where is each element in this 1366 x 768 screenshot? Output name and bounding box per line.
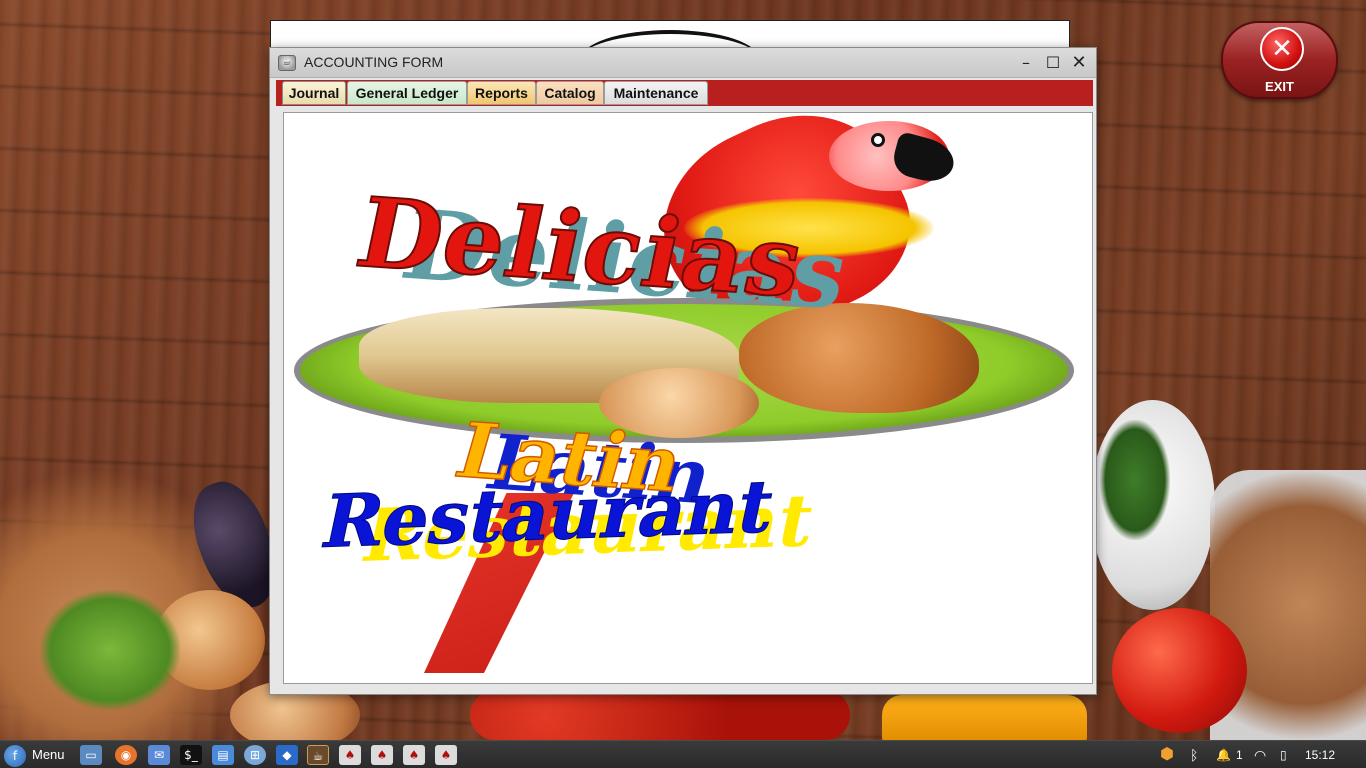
close-x-icon: ✕ <box>1260 27 1304 71</box>
firefox-icon[interactable]: ◉ <box>115 745 137 765</box>
app-grid-icon[interactable]: ⊞ <box>244 745 266 765</box>
window-titlebar[interactable]: ☕ ACCOUNTING FORM – ☐ ✕ <box>270 48 1096 78</box>
desktop-tomatoes-decoration <box>470 690 850 740</box>
desktop-pepper-decoration <box>882 695 1087 745</box>
window-icon-4[interactable]: ♠ <box>435 745 457 765</box>
update-notifier-icon[interactable]: ⬢ <box>1160 745 1180 765</box>
accounting-form-window: ☕ ACCOUNTING FORM – ☐ ✕ Journal General … <box>269 47 1097 695</box>
window-icon-3[interactable]: ♠ <box>403 745 425 765</box>
notifications-icon[interactable]: 🔔 <box>1216 745 1232 765</box>
desktop-leaf-decoration <box>40 590 180 710</box>
bluetooth-icon[interactable]: ᛒ <box>1190 745 1208 765</box>
main-menu-tab-bar: Journal General Ledger Reports Catalog M… <box>276 80 1093 106</box>
logo-restaurant: Restaurant <box>315 462 783 565</box>
exit-button-label: EXIT <box>1265 79 1294 94</box>
files-icon[interactable]: ▤ <box>212 745 234 765</box>
desktop-tomato-decoration <box>1112 608 1247 733</box>
parrot-eye-graphic <box>871 133 885 147</box>
close-button[interactable]: ✕ <box>1069 53 1089 73</box>
minimize-button[interactable]: – <box>1016 53 1036 73</box>
window-icon-2[interactable]: ♠ <box>371 745 393 765</box>
window-title: ACCOUNTING FORM <box>304 54 444 70</box>
java-app-icon[interactable]: ☕ <box>307 745 329 765</box>
menu-label: Menu <box>32 747 65 762</box>
tab-reports[interactable]: Reports <box>467 81 536 105</box>
wifi-icon[interactable]: ◠ <box>1254 745 1272 765</box>
restaurant-logo-panel: Delicias Delicias Latin Latin Restaurant… <box>283 112 1093 684</box>
exit-button[interactable]: ✕ EXIT <box>1221 21 1338 99</box>
terminal-icon[interactable]: $_ <box>180 745 202 765</box>
show-desktop-icon[interactable]: ▭ <box>80 745 102 765</box>
mail-icon[interactable]: ✉ <box>148 745 170 765</box>
taskbar: f Menu ▭ ◉ ✉ $_ ▤ ⊞ ◆ ☕ ♠ ♠ ♠ ♠ ⬢ ᛒ 🔔 1 … <box>0 740 1366 768</box>
window-icon-1[interactable]: ♠ <box>339 745 361 765</box>
vscode-icon[interactable]: ◆ <box>276 745 298 765</box>
tab-journal[interactable]: Journal <box>282 81 346 105</box>
tab-general-ledger[interactable]: General Ledger <box>347 81 467 105</box>
coffee-cup-icon: ☕ <box>278 55 296 71</box>
desktop-basil-decoration <box>1100 420 1170 540</box>
fedora-logo-icon: f <box>4 745 26 767</box>
maximize-button[interactable]: ☐ <box>1043 53 1063 73</box>
notifications-count[interactable]: 1 <box>1236 745 1248 765</box>
clock[interactable]: 15:12 <box>1305 745 1345 765</box>
tab-maintenance[interactable]: Maintenance <box>604 81 708 105</box>
tab-catalog[interactable]: Catalog <box>536 81 604 105</box>
battery-icon[interactable]: ▯ <box>1280 745 1298 765</box>
